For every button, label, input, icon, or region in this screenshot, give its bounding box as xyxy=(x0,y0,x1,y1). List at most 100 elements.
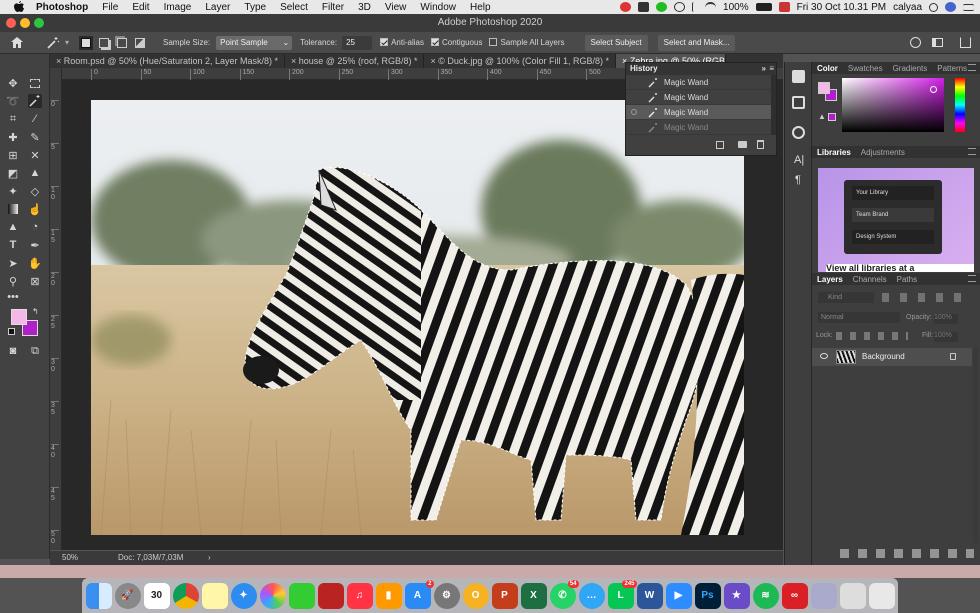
menu-window[interactable]: Window xyxy=(420,2,456,13)
delete-state-icon[interactable] xyxy=(757,140,764,149)
intersect-selection-icon[interactable] xyxy=(135,37,146,48)
tab-gradients[interactable]: Gradients xyxy=(888,64,933,73)
eye-visibility-icon[interactable] xyxy=(820,353,828,359)
add-to-selection-icon[interactable] xyxy=(99,37,110,48)
select-and-mask-button[interactable]: Select and Mask... xyxy=(657,34,736,51)
chrome-icon[interactable] xyxy=(172,582,199,609)
library-item[interactable]: Design System xyxy=(852,230,934,244)
history-item[interactable]: Magic Wand xyxy=(626,75,776,90)
menu-user[interactable]: calyaa xyxy=(893,2,922,13)
zoom-tool-icon[interactable]: ⚲ xyxy=(6,274,20,288)
safari-icon[interactable]: ✦ xyxy=(230,582,257,609)
healing-brush-tool-icon[interactable]: ✚ xyxy=(6,130,20,144)
history-item[interactable]: Magic Wand xyxy=(626,90,776,105)
tab-duck[interactable]: × © Duck.jpg @ 100% (Color Fill 1, RGB/8… xyxy=(424,54,617,68)
imovie-star-icon[interactable]: ★ xyxy=(723,582,750,609)
history-brush-tool-icon[interactable]: ✕ xyxy=(28,148,42,162)
menu-app-name[interactable]: Photoshop xyxy=(36,2,88,13)
share-icon[interactable] xyxy=(960,37,971,48)
library-item[interactable]: Team Brand xyxy=(852,208,934,222)
panel-menu-icon[interactable] xyxy=(968,64,976,71)
flag-icon[interactable] xyxy=(778,2,790,12)
minimize-window-button[interactable] xyxy=(20,18,30,28)
opacity-value[interactable]: 100% xyxy=(934,314,958,324)
library-item[interactable]: Your Library xyxy=(852,186,934,200)
menu-layer[interactable]: Layer xyxy=(205,2,230,13)
launchpad-icon[interactable]: 🚀 xyxy=(114,582,141,609)
facetime-icon[interactable] xyxy=(288,582,315,609)
subtract-from-selection-icon[interactable] xyxy=(117,37,128,48)
downloads-stack-icon[interactable] xyxy=(839,582,866,609)
rectangle-shape-tool-icon[interactable]: ⊠ xyxy=(28,274,42,288)
menu-type[interactable]: Type xyxy=(244,2,266,13)
bluetooth-icon[interactable] xyxy=(692,2,698,12)
panel-collapse-icon[interactable]: » xyxy=(762,63,766,75)
time-machine-icon[interactable] xyxy=(674,2,686,12)
photos-icon[interactable] xyxy=(259,582,286,609)
blur-tool-icon[interactable]: ✦ xyxy=(6,184,20,198)
calendar-icon[interactable]: 30 xyxy=(143,582,170,609)
layer-filter-icons[interactable] xyxy=(882,293,972,302)
menu-edit[interactable]: Edit xyxy=(132,2,149,13)
tab-close-icon[interactable]: × xyxy=(291,56,299,66)
brush-tool-icon[interactable]: ✎ xyxy=(28,130,42,144)
triangle-shape-icon[interactable]: ▲ xyxy=(6,220,20,234)
history-panel-icon[interactable] xyxy=(792,70,805,83)
adjustments-panel-icon[interactable] xyxy=(792,126,805,139)
history-brush-source-icon[interactable] xyxy=(631,109,637,115)
facetime-icon[interactable] xyxy=(638,2,650,12)
anti-alias-checkbox[interactable]: Anti-alias xyxy=(380,38,424,47)
zebra-image-canvas[interactable] xyxy=(91,100,744,535)
tab-layers[interactable]: Layers xyxy=(812,275,848,284)
clone-stamp-tool-icon[interactable]: ⊞ xyxy=(6,148,20,162)
tab-color[interactable]: Color xyxy=(812,64,843,73)
contiguous-checkbox[interactable]: Contiguous xyxy=(430,38,482,47)
dodge-tool-icon[interactable]: ◇ xyxy=(28,184,42,198)
excel-icon[interactable]: X xyxy=(520,582,547,609)
menu-clock[interactable]: Fri 30 Oct 10.31 PM xyxy=(797,2,886,13)
menu-select[interactable]: Select xyxy=(280,2,308,13)
line-icon[interactable]: L 245 xyxy=(607,579,637,609)
move-tool-icon[interactable]: ✥ xyxy=(6,76,20,90)
search-icon[interactable] xyxy=(929,2,938,12)
magic-wand-tool-icon[interactable] xyxy=(28,94,42,108)
panel-menu-icon[interactable]: ≡ xyxy=(769,63,774,75)
zoom-icon[interactable]: ▶ xyxy=(665,582,692,609)
paint-bucket-tool-icon[interactable]: ▲ xyxy=(28,166,42,180)
trash-icon[interactable] xyxy=(868,582,895,609)
menu-help[interactable]: Help xyxy=(470,2,491,13)
lastpass-icon[interactable]: O xyxy=(462,582,489,609)
lasso-tool-icon[interactable]: ➰ xyxy=(6,94,20,108)
default-colors-icon[interactable] xyxy=(8,328,15,335)
history-item-active[interactable]: Magic Wand xyxy=(626,105,776,120)
menu-filter[interactable]: Filter xyxy=(322,2,344,13)
history-item-undone[interactable]: Magic Wand xyxy=(626,120,776,135)
status-menu-arrow[interactable]: › xyxy=(208,551,211,565)
eraser-tool-icon[interactable]: ◩ xyxy=(6,166,20,180)
apple-icon[interactable] xyxy=(12,1,26,13)
layer-thumbnail[interactable] xyxy=(836,350,856,364)
layer-bottom-icons[interactable] xyxy=(840,549,974,558)
panel-menu-icon[interactable] xyxy=(968,148,976,155)
properties-panel-icon[interactable] xyxy=(792,96,805,109)
fill-value[interactable]: 100% xyxy=(934,332,958,342)
color-picker-handle[interactable] xyxy=(930,86,937,93)
crop-tool-icon[interactable]: ⌗ xyxy=(6,112,20,126)
blend-mode-select[interactable]: Normal xyxy=(818,312,900,323)
eyedropper-tool-icon[interactable]: ⁄ xyxy=(28,112,42,126)
sample-all-layers-checkbox[interactable]: Sample All Layers xyxy=(489,38,565,47)
new-document-from-state-icon[interactable] xyxy=(716,141,724,149)
magic-wand-tool-preset-icon[interactable] xyxy=(46,36,64,50)
tolerance-input[interactable]: 25 xyxy=(342,35,373,50)
tab-paths[interactable]: Paths xyxy=(892,275,922,284)
tab-close-icon[interactable]: × xyxy=(56,56,64,66)
creative-cloud-icon[interactable] xyxy=(620,2,632,12)
sample-size-select[interactable]: Point Sample ⌄ xyxy=(216,35,293,50)
tab-house[interactable]: × house @ 25% (roof, RGB/8) * xyxy=(285,54,425,68)
tab-swatches[interactable]: Swatches xyxy=(843,64,888,73)
color-fg-swatch[interactable] xyxy=(818,82,830,94)
notes-icon[interactable] xyxy=(201,582,228,609)
workspace-icon[interactable] xyxy=(932,38,943,47)
tab-room[interactable]: × Room.psd @ 50% (Hue/Saturation 2, Laye… xyxy=(50,54,285,68)
hand-tool-icon[interactable]: ✋ xyxy=(28,256,42,270)
